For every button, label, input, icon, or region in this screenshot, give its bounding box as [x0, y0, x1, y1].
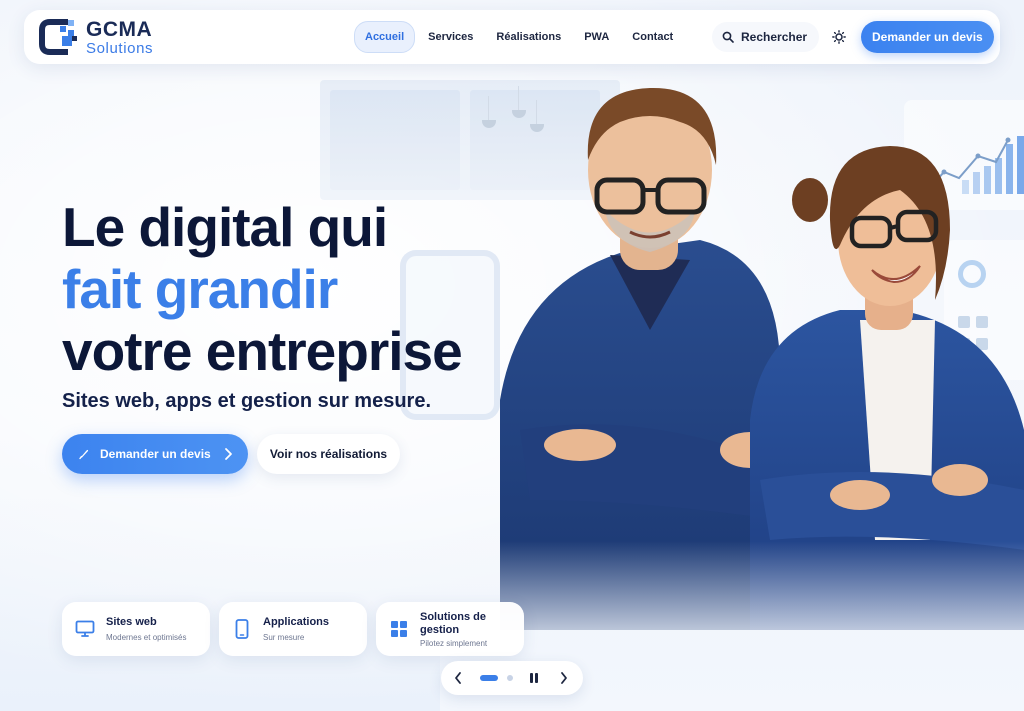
hero-title: Le digital qui fait grandir votre entrep… — [62, 196, 463, 382]
feature-title: Sites web — [106, 616, 157, 628]
hero-title-line1: Le digital qui — [62, 196, 388, 258]
chevron-left-icon[interactable] — [453, 671, 463, 685]
feature-subtitle: Sur mesure — [263, 633, 305, 642]
feature-title: Solutions de gestion — [420, 610, 486, 636]
brand-logo[interactable]: GCMA Solutions — [38, 16, 153, 58]
pause-icon[interactable] — [529, 672, 539, 684]
nav-item-realisations[interactable]: Réalisations — [486, 22, 571, 52]
logo-mark-icon — [38, 16, 80, 58]
nav-item-contact[interactable]: Contact — [622, 22, 683, 52]
rocket-icon — [79, 449, 89, 460]
feature-card-sites-web[interactable]: Sites web Modernes et optimisés — [62, 602, 210, 656]
theme-toggle-button[interactable] — [824, 22, 854, 52]
grid-icon — [388, 618, 410, 640]
brand-tagline: Solutions — [86, 39, 154, 57]
chevron-right-icon — [225, 448, 232, 460]
main-nav: Accueil Services Réalisations PWA Contac… — [354, 21, 686, 53]
search-label: Rechercher — [741, 30, 808, 44]
nav-item-services[interactable]: Services — [418, 22, 483, 52]
site-header: GCMA Solutions Accueil Services Réalisat… — [24, 10, 1000, 64]
hero-quote-button[interactable]: Demander un devis — [62, 434, 248, 474]
feature-subtitle: Pilotez simplement — [420, 638, 488, 648]
search-button[interactable]: Rechercher — [712, 22, 820, 52]
nav-item-accueil[interactable]: Accueil — [354, 21, 416, 53]
nav-item-pwa[interactable]: PWA — [574, 22, 619, 52]
slide-indicator-active[interactable] — [480, 675, 498, 681]
brand-name: GCMA — [86, 17, 153, 41]
sun-icon — [832, 30, 846, 44]
portfolio-button[interactable]: Voir nos réalisations — [257, 434, 400, 474]
hero-quote-label: Demander un devis — [100, 447, 211, 461]
hero-subtitle: Sites web, apps et gestion sur mesure. — [62, 390, 432, 412]
feature-title: Applications — [263, 616, 330, 628]
feature-card-gestion[interactable]: Solutions de gestion Pilotez simplement — [376, 602, 524, 656]
chevron-right-icon[interactable] — [559, 671, 569, 685]
hero-title-line2: fait grandir — [62, 258, 338, 320]
hero-title-line3: votre entreprise — [62, 320, 463, 382]
header-quote-button[interactable]: Demander un devis — [861, 21, 994, 53]
search-icon — [722, 31, 734, 43]
slide-indicator[interactable] — [507, 675, 513, 681]
slider-controls — [441, 661, 583, 695]
monitor-icon — [74, 618, 96, 640]
smartphone-icon — [231, 618, 253, 640]
feature-subtitle: Modernes et optimisés — [106, 633, 187, 642]
feature-card-applications[interactable]: Applications Sur mesure — [219, 602, 367, 656]
